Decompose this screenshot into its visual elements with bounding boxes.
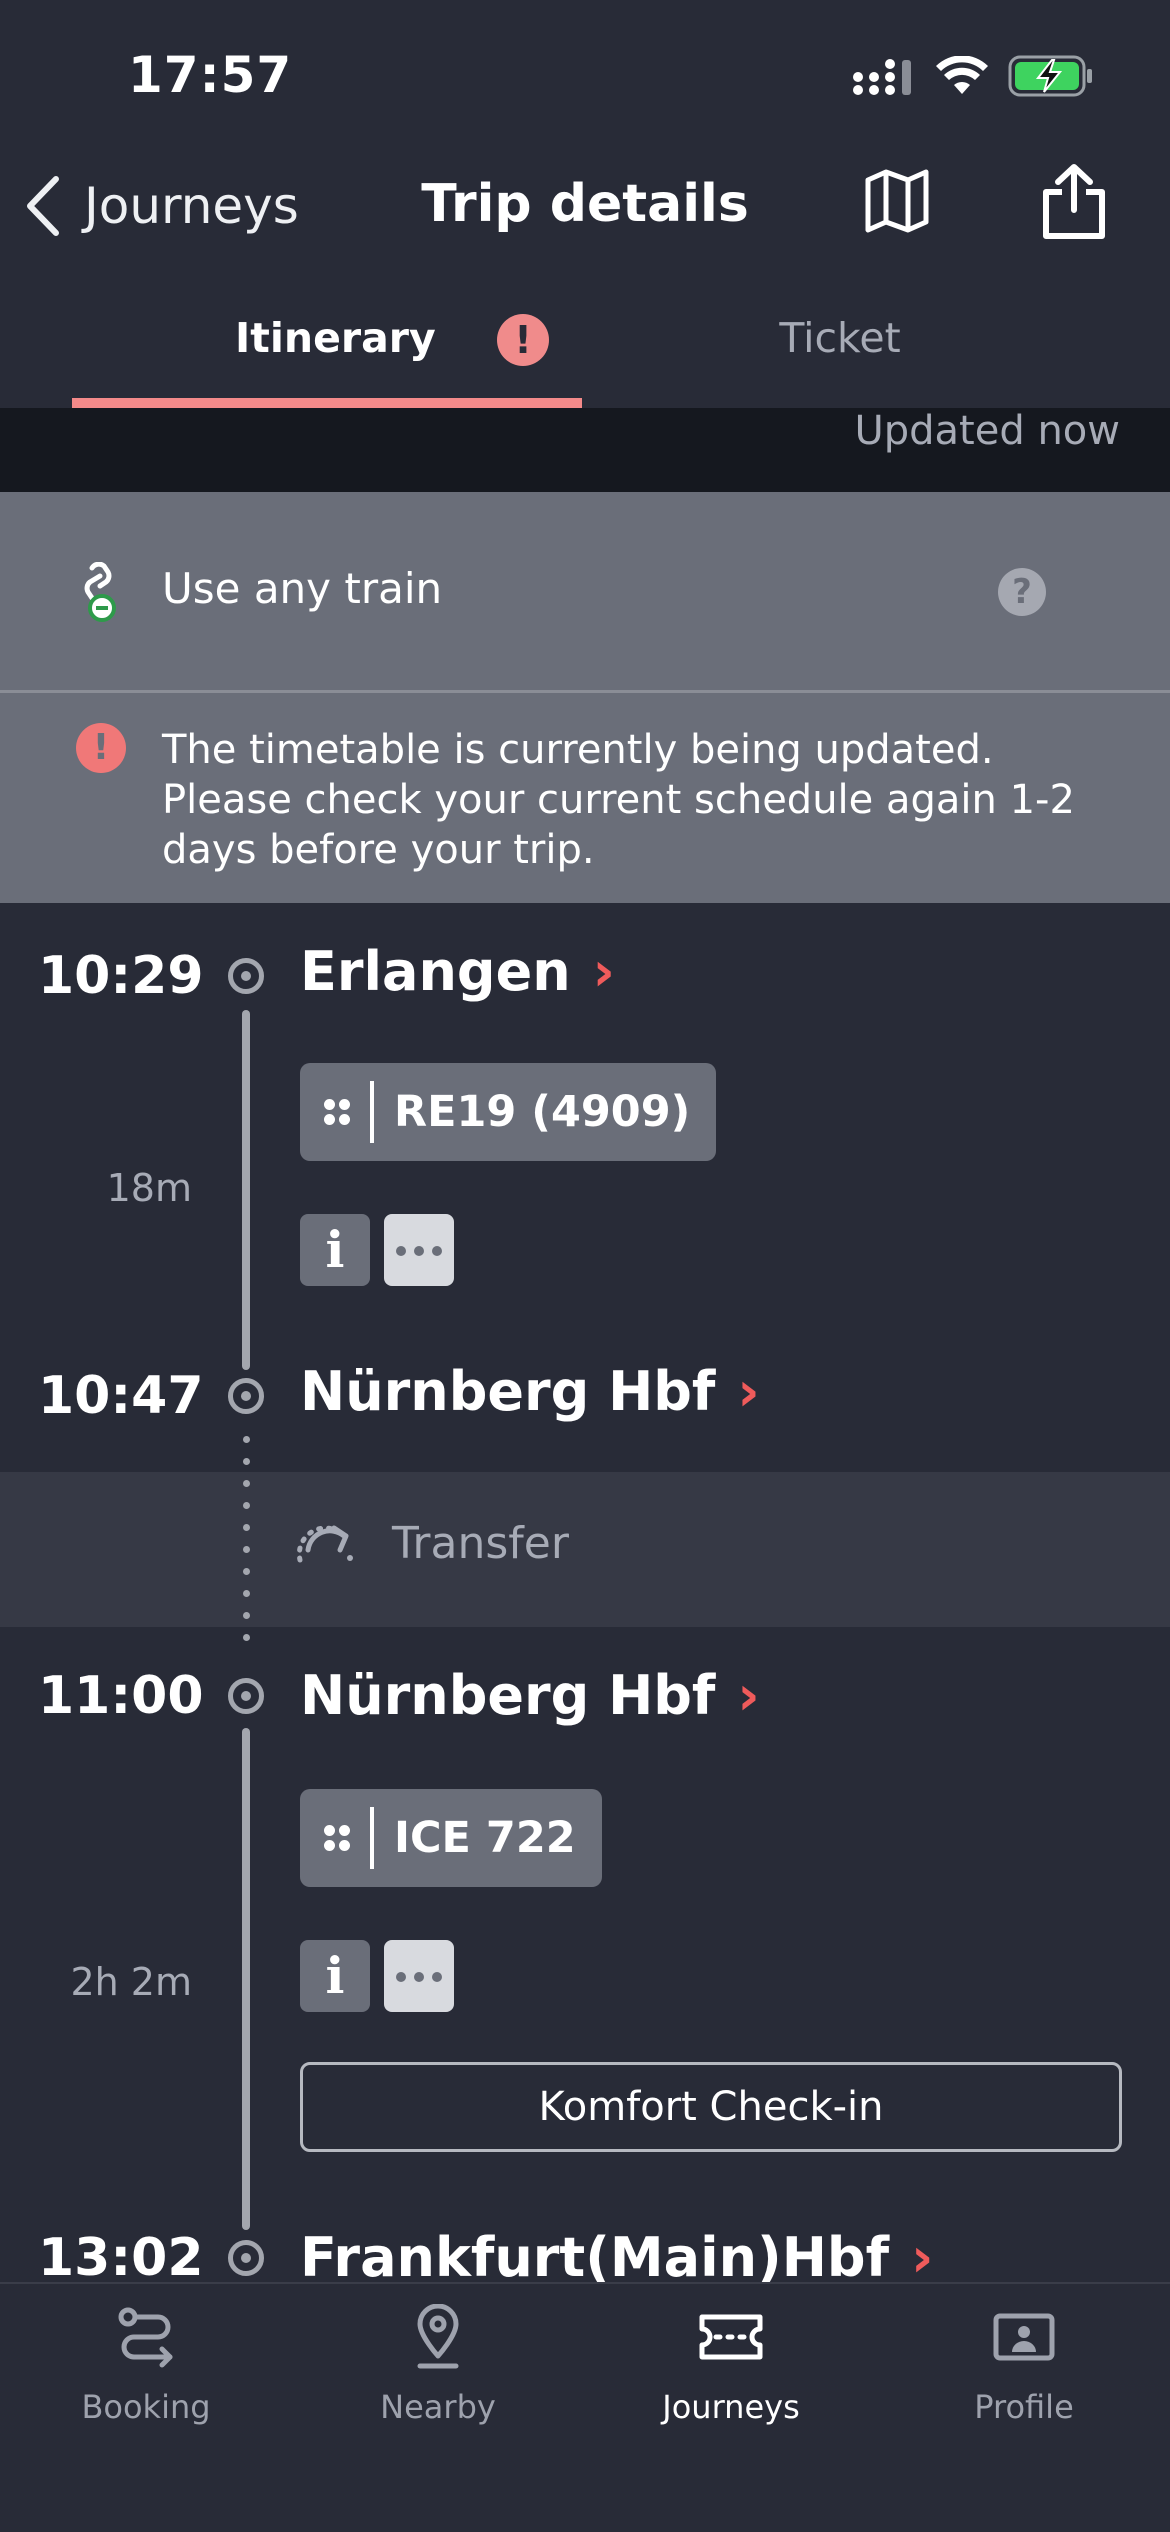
arrival-time: 13:02	[38, 2228, 204, 2288]
departure-time: 11:00	[38, 1666, 204, 1726]
more-options-button[interactable]	[384, 1214, 454, 1286]
ticket-icon	[699, 2314, 763, 2360]
route-line	[242, 1728, 250, 2230]
stop-node	[228, 1378, 264, 1414]
departure-time: 10:29	[38, 946, 204, 1006]
transfer-dot	[243, 1502, 250, 1509]
use-any-train-text: Use any train	[162, 564, 443, 613]
transfer-section	[0, 1472, 1170, 1627]
wifi-icon	[936, 56, 988, 94]
map-icon[interactable]	[864, 168, 930, 234]
bottom-tab-nearby[interactable]: Nearby	[318, 2302, 558, 2426]
updated-timestamp: Updated now	[854, 408, 1120, 454]
back-button[interactable]: Journeys	[22, 170, 299, 242]
alert-icon: !	[497, 314, 549, 366]
chevron-right-icon: ›	[737, 1664, 760, 1727]
help-icon[interactable]: ?	[998, 568, 1046, 616]
battery-charging-icon	[1008, 55, 1092, 97]
page-title: Trip details	[421, 174, 749, 234]
bottom-tab-journeys[interactable]: Journeys	[611, 2302, 851, 2426]
timetable-notice-text: The timetable is currently being updated…	[162, 727, 1075, 873]
station-name: Erlangen	[300, 940, 571, 1003]
train-icon	[322, 1823, 352, 1853]
station-name: Nürnberg Hbf	[300, 1360, 716, 1423]
stop-node	[228, 1678, 264, 1714]
share-icon[interactable]	[1040, 164, 1108, 240]
transfer-dot	[243, 1590, 250, 1597]
cellular-signal-icon	[853, 59, 911, 95]
tab-itinerary-label: Itinerary	[235, 314, 436, 362]
chevron-right-icon: ›	[592, 940, 615, 1003]
station-link[interactable]: Nürnberg Hbf ›	[300, 1664, 760, 1727]
train-name: RE19 (4909)	[394, 1087, 691, 1137]
bottom-tab-profile[interactable]: Profile	[904, 2302, 1144, 2426]
bottom-tab-booking[interactable]: Booking	[26, 2302, 266, 2426]
tab-itinerary[interactable]: Itinerary !	[72, 300, 582, 408]
arrival-time: 10:47	[38, 1366, 204, 1426]
stop-node	[228, 2240, 264, 2276]
alert-icon: !	[76, 723, 126, 773]
bottom-tab-label: Journeys	[662, 2388, 800, 2426]
transfer-dot	[243, 1480, 250, 1487]
chevron-left-icon	[27, 176, 59, 236]
status-time: 17:57	[128, 46, 293, 104]
stop-node	[228, 958, 264, 994]
divider	[370, 1081, 374, 1143]
station-name: Nürnberg Hbf	[300, 1664, 716, 1727]
transfer-label: Transfer	[392, 1518, 569, 1569]
transfer-dot	[243, 1634, 250, 1641]
station-name: Frankfurt(Main)Hbf	[300, 2226, 890, 2289]
divider	[370, 1807, 374, 1869]
leg-duration: 2h 2m	[70, 1960, 192, 2004]
profile-card-icon	[993, 2313, 1055, 2361]
bottom-tab-label: Booking	[81, 2388, 211, 2426]
transfer-dot	[243, 1524, 250, 1531]
info-button[interactable]: i	[300, 1940, 370, 2012]
link-unlocked-icon	[84, 562, 116, 622]
station-link[interactable]: Erlangen ›	[300, 940, 615, 1003]
transfer-dot	[243, 1436, 250, 1443]
transfer-dot	[243, 1546, 250, 1553]
tab-ticket[interactable]: Ticket	[700, 314, 980, 362]
leg-duration: 18m	[106, 1166, 192, 1210]
station-link[interactable]: Nürnberg Hbf ›	[300, 1360, 760, 1423]
more-options-button[interactable]	[384, 1940, 454, 2012]
chevron-right-icon: ›	[911, 2226, 934, 2289]
location-pin-icon	[417, 2304, 459, 2369]
route-line	[242, 1010, 250, 1370]
back-label: Journeys	[84, 177, 299, 235]
info-button[interactable]: i	[300, 1214, 370, 1286]
transfer-dot	[243, 1568, 250, 1575]
transfer-icon	[296, 1525, 353, 1563]
train-icon	[322, 1097, 352, 1127]
komfort-checkin-button[interactable]: Komfort Check-in	[300, 2062, 1122, 2152]
train-badge[interactable]: RE19 (4909)	[300, 1063, 717, 1161]
active-tab-indicator	[72, 398, 582, 408]
transfer-dot	[243, 1458, 250, 1465]
train-badge[interactable]: ICE 722	[300, 1789, 602, 1887]
chevron-right-icon: ›	[737, 1360, 760, 1423]
route-icon	[118, 2307, 173, 2368]
station-link[interactable]: Frankfurt(Main)Hbf ›	[300, 2226, 933, 2289]
bottom-tab-label: Nearby	[380, 2388, 496, 2426]
train-name: ICE 722	[394, 1813, 576, 1863]
bottom-tab-label: Profile	[974, 2388, 1074, 2426]
transfer-dot	[243, 1612, 250, 1619]
